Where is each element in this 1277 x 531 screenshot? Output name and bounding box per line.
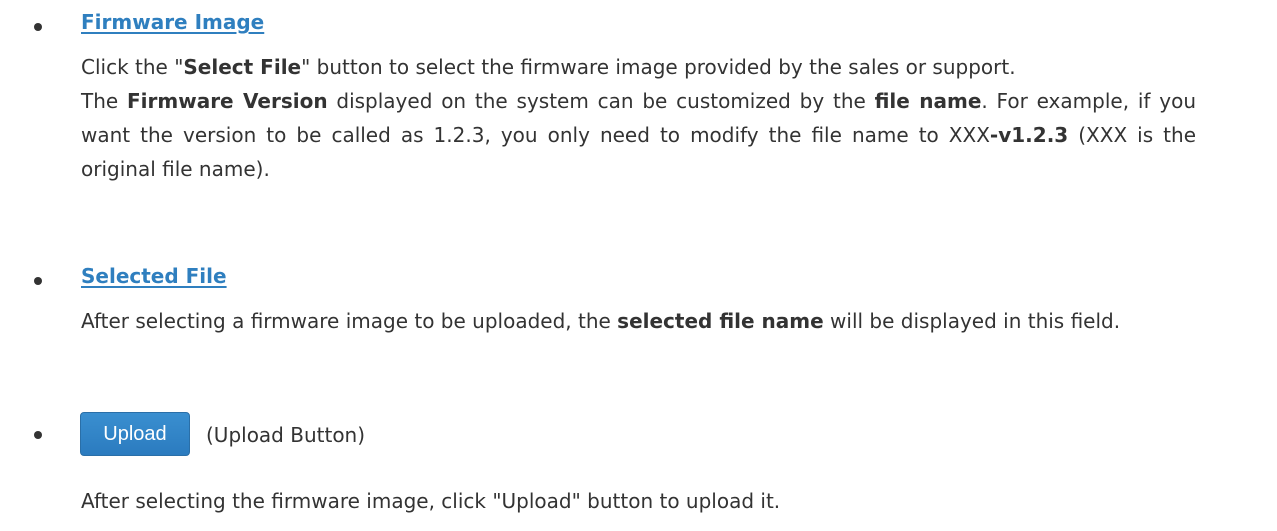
bullet-icon <box>34 277 42 285</box>
firmware-version-description: The Firmware Version displayed on the sy… <box>81 84 1196 186</box>
selected-file-description: After selecting a firmware image to be u… <box>81 304 1196 338</box>
upload-description: After selecting the firmware image, clic… <box>81 489 781 513</box>
firmware-version-emphasis: Firmware Version <box>127 89 328 113</box>
upload-button-caption: (Upload Button) <box>206 423 366 447</box>
file-name-emphasis: file name <box>874 89 982 113</box>
text-segment: " button to select the firmware image pr… <box>301 55 1016 79</box>
selected-file-link[interactable]: Selected File <box>81 264 227 288</box>
firmware-image-description-line1: Click the "Select File" button to select… <box>81 50 1196 84</box>
text-segment: The <box>81 89 127 113</box>
text-segment: After selecting a firmware image to be u… <box>81 309 618 333</box>
upload-button[interactable]: Upload <box>80 412 190 456</box>
text-segment: Click the " <box>81 55 184 79</box>
select-file-emphasis: Select File <box>183 55 302 79</box>
firmware-image-link[interactable]: Firmware Image <box>81 10 264 34</box>
text-segment: displayed on the system can be customize… <box>327 89 875 113</box>
selected-file-name-emphasis: selected file name <box>617 309 824 333</box>
version-suffix-emphasis: -v1.2.3 <box>989 123 1069 147</box>
text-segment: will be displayed in this field. <box>823 309 1121 333</box>
bullet-icon <box>34 23 42 31</box>
bullet-icon <box>34 431 42 439</box>
